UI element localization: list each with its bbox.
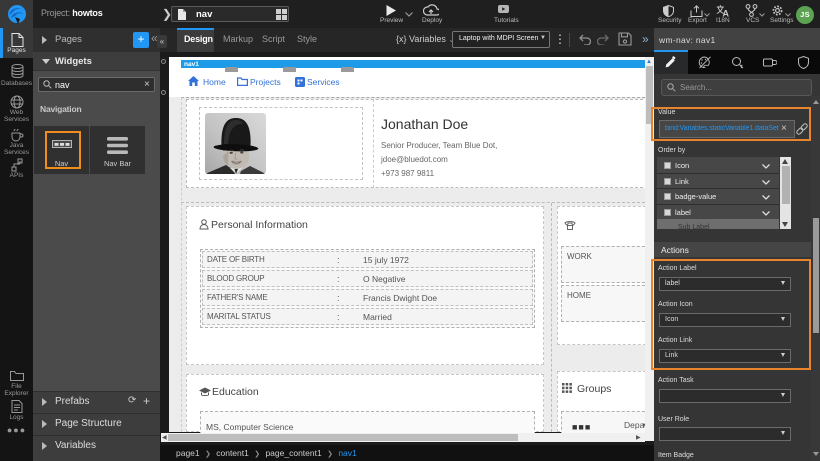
svg-text:A: A bbox=[723, 9, 730, 18]
